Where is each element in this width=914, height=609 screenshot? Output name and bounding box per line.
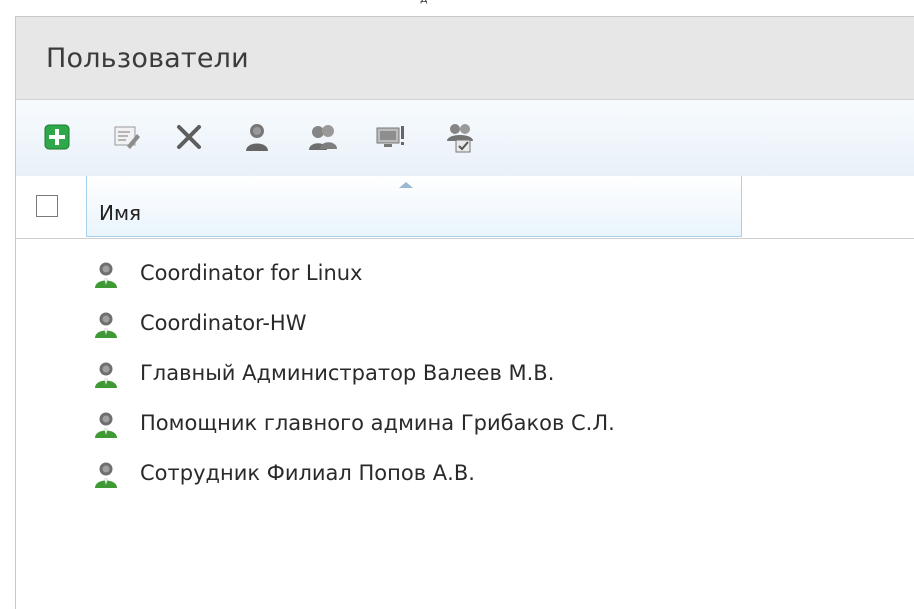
list-item[interactable]: Coordinator for Linux <box>16 249 914 299</box>
user-name: Главный Администратор Валеев М.В. <box>140 361 555 385</box>
user-icon <box>246 124 268 151</box>
column-header-label: Имя <box>99 201 142 225</box>
user-icon <box>95 412 117 438</box>
top-strip: д <box>0 0 914 16</box>
list-item[interactable]: Главный Администратор Валеев М.В. <box>16 349 914 399</box>
edit-properties-icon <box>114 126 140 149</box>
computer-message-icon <box>376 126 404 147</box>
user-name: Помощник главного админа Грибаков С.Л. <box>140 411 615 435</box>
add-button[interactable] <box>40 120 74 154</box>
user-icon <box>95 262 117 288</box>
user-button[interactable] <box>240 120 274 154</box>
users-check-icon <box>447 124 473 153</box>
user-icon <box>95 362 117 388</box>
users-check-button[interactable] <box>444 120 478 154</box>
delete-x-icon <box>177 125 201 149</box>
panel-title: Пользователи <box>46 43 249 74</box>
user-name: Coordinator for Linux <box>140 261 363 285</box>
computer-message-button[interactable] <box>374 120 408 154</box>
select-all-checkbox[interactable] <box>36 195 58 217</box>
column-header-name[interactable]: Имя <box>86 176 742 237</box>
plus-icon <box>44 124 70 150</box>
user-name: Coordinator-HW <box>140 311 307 335</box>
panel-titlebar: Пользователи <box>16 17 914 100</box>
users-group-button[interactable] <box>306 120 340 154</box>
user-icon <box>95 462 117 488</box>
users-panel: Пользователи Имя Coordinator for Linux C… <box>15 16 914 609</box>
sort-ascending-icon <box>399 182 413 188</box>
delete-button[interactable] <box>172 120 206 154</box>
user-icon <box>95 312 117 338</box>
users-group-icon <box>309 125 337 150</box>
edit-button[interactable] <box>110 120 144 154</box>
list-item[interactable]: Помощник главного админа Грибаков С.Л. <box>16 399 914 449</box>
toolbar <box>16 100 914 176</box>
table-header: Имя <box>16 176 914 239</box>
top-strip-text: д <box>420 0 428 5</box>
list-item[interactable]: Сотрудник Филиал Попов А.В. <box>16 449 914 499</box>
list-item[interactable]: Coordinator-HW <box>16 299 914 349</box>
user-name: Сотрудник Филиал Попов А.В. <box>140 461 475 485</box>
